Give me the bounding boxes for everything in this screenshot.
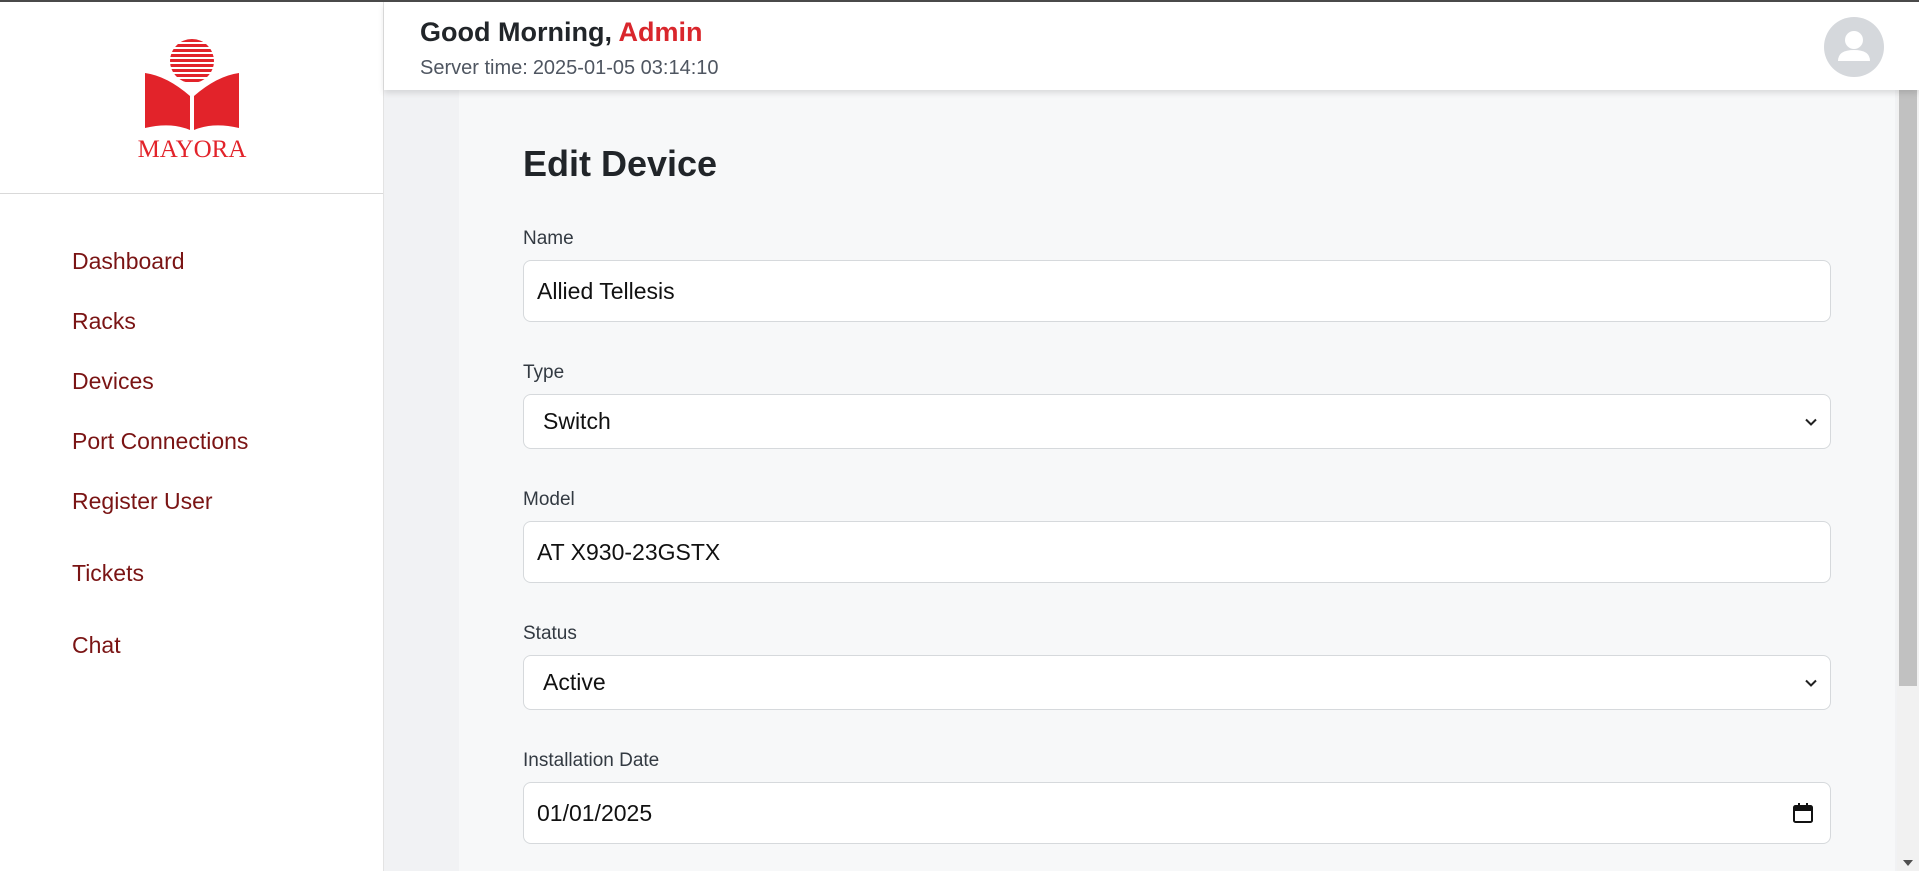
user-name: Admin [618,17,703,47]
status-label: Status [523,623,577,644]
server-time: Server time: 2025-01-05 03:14:10 [420,57,719,80]
server-time-label: Server time: [420,57,528,79]
user-avatar-icon [1838,31,1870,61]
sidebar-item-tickets[interactable]: Tickets [72,560,144,587]
sidebar-item-port-connections[interactable]: Port Connections [72,428,248,455]
installation-date-label: Installation Date [523,750,660,771]
sidebar-item-register-user[interactable]: Register User [72,488,213,515]
scrollbar-thumb[interactable] [1899,90,1917,686]
server-time-value: 2025-01-05 03:14:10 [532,57,719,79]
page-title: Edit Device [523,143,718,184]
name-field[interactable]: Allied Tellesis [523,260,1831,322]
calendar-icon[interactable] [1792,802,1814,824]
installation-date-value: 01/01/2025 [537,799,653,826]
status-value: Active [543,669,606,695]
name-label: Name [523,228,574,249]
sidebar-item-devices[interactable]: Devices [72,368,154,395]
type-select[interactable]: Switch [523,394,1831,449]
scroll-down-arrow-icon[interactable] [1901,858,1915,868]
greeting: Good Morning, Admin [420,17,702,48]
sidebar: MAYORA Dashboard Racks Devices Port Conn… [0,0,384,871]
type-value: Switch [543,408,611,434]
logo-text: MAYORA [137,136,247,163]
name-value: Allied Tellesis [537,277,675,304]
greeting-text: Good Morning, [420,17,612,47]
chevron-down-icon [1805,418,1817,426]
chevron-down-icon [1805,679,1817,687]
edit-device-card [459,90,1895,871]
logo-area: MAYORA [0,0,383,194]
sidebar-item-racks[interactable]: Racks [72,308,136,335]
installation-date-field[interactable]: 01/01/2025 [523,782,1831,844]
user-avatar-button[interactable] [1824,17,1884,77]
mayora-logo[interactable]: MAYORA [137,38,247,163]
sidebar-item-dashboard[interactable]: Dashboard [72,248,185,275]
model-field[interactable]: AT X930-23GSTX [523,521,1831,583]
status-select[interactable]: Active [523,655,1831,710]
model-label: Model [523,489,575,510]
model-value: AT X930-23GSTX [537,538,721,565]
sidebar-item-chat[interactable]: Chat [72,632,121,659]
window-top-border [0,0,1919,2]
top-header: Good Morning, Admin Server time: 2025-01-… [384,2,1919,90]
type-label: Type [523,362,565,383]
mayora-logo-icon [145,39,239,130]
